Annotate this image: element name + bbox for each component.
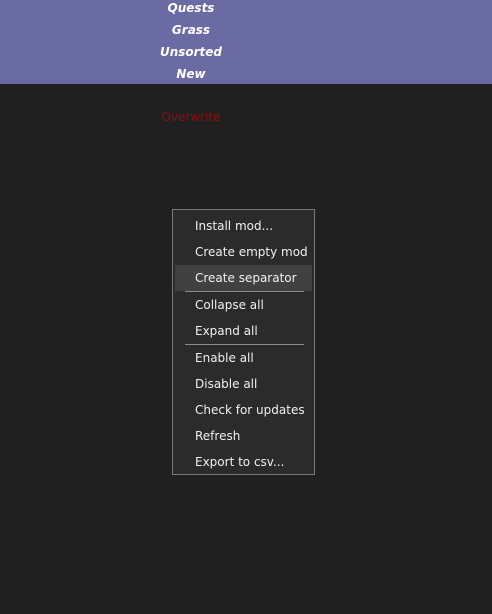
- separator-row-new[interactable]: New: [0, 63, 382, 85]
- separator-row-unsorted[interactable]: Unsorted: [0, 41, 382, 63]
- menu-item-create-empty-mod[interactable]: Create empty mod: [175, 239, 312, 265]
- menu-item-export-to-csv[interactable]: Export to csv...: [175, 449, 312, 475]
- separator-row-grass[interactable]: Grass: [0, 19, 382, 41]
- menu-item-check-for-updates[interactable]: Check for updates: [175, 397, 312, 423]
- menu-item-refresh[interactable]: Refresh: [175, 423, 312, 449]
- menu-item-install-mod[interactable]: Install mod...: [175, 213, 312, 239]
- context-menu: Install mod... Create empty mod Create s…: [172, 209, 315, 475]
- separator-row-quests[interactable]: Quests: [0, 0, 382, 19]
- overwrite-row[interactable]: Overwrite: [0, 106, 382, 128]
- menu-item-disable-all[interactable]: Disable all: [175, 371, 312, 397]
- menu-item-create-separator[interactable]: Create separator: [175, 265, 312, 291]
- menu-item-enable-all[interactable]: Enable all: [175, 345, 312, 371]
- menu-item-collapse-all[interactable]: Collapse all: [175, 292, 312, 318]
- menu-item-expand-all[interactable]: Expand all: [175, 318, 312, 344]
